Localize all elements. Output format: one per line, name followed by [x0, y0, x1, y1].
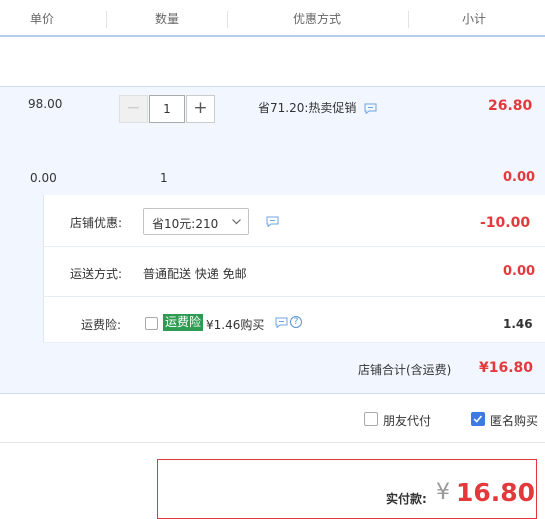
payment-amount: 16.80	[456, 478, 536, 507]
header-separator	[227, 11, 228, 28]
gift-subtotal: 0.00	[503, 170, 536, 185]
anonymous-purchase-checkbox[interactable]	[471, 412, 485, 426]
header-separator	[106, 11, 107, 28]
store-discount-select[interactable]: 省10元:210	[143, 208, 249, 235]
checkmark-icon	[473, 415, 483, 423]
gift-unit-price: 0.00	[30, 171, 57, 185]
payment-label: 实付款:	[386, 492, 427, 506]
gift-quantity: 1	[160, 171, 168, 185]
col-header-unit-price: 单价	[30, 12, 55, 26]
shipping-insurance-price-text: ¥1.46购买	[206, 318, 265, 332]
item-promo-text: 省71.20:热卖促销	[258, 101, 357, 115]
quantity-decrease-button[interactable]: −	[119, 95, 148, 123]
shipping-method-label: 运送方式:	[70, 267, 123, 281]
quantity-input[interactable]: 1	[149, 95, 185, 123]
header-separator	[408, 11, 409, 28]
anonymous-purchase-label[interactable]: 匿名购买	[490, 412, 538, 429]
row-divider	[43, 246, 545, 247]
store-discount-label: 店铺优惠:	[70, 216, 123, 230]
item-subtotal: 26.80	[488, 98, 533, 114]
row-divider	[43, 296, 545, 297]
store-total-value: ¥16.80	[479, 360, 534, 376]
shipping-insurance-label: 运费险:	[81, 318, 122, 332]
quantity-increase-button[interactable]: +	[186, 95, 215, 123]
section-divider	[0, 442, 545, 443]
item-unit-price: 98.00	[28, 97, 63, 111]
store-discount-amount: -10.00	[480, 215, 531, 231]
chat-icon[interactable]	[364, 103, 377, 114]
shipping-amount: 0.00	[503, 264, 536, 279]
shipping-insurance-tag: 运费险	[163, 314, 204, 331]
help-icon[interactable]: ?	[290, 316, 302, 328]
payment-currency: ¥	[436, 480, 450, 505]
store-total-label: 店铺合计(含运费)	[358, 363, 452, 377]
friend-pay-label[interactable]: 朋友代付	[383, 412, 431, 429]
shipping-method-text: 普通配送 快递 免邮	[143, 267, 247, 281]
shipping-insurance-checkbox[interactable]	[145, 317, 158, 330]
col-header-quantity: 数量	[155, 12, 180, 26]
chat-icon[interactable]	[275, 317, 288, 328]
chat-icon[interactable]	[266, 216, 279, 227]
table-header: 单价 数量 优惠方式 小计	[0, 0, 545, 37]
shipping-insurance-amount: 1.46	[503, 317, 533, 331]
row-divider	[43, 342, 545, 343]
col-header-discount: 优惠方式	[293, 12, 342, 26]
friend-pay-checkbox[interactable]	[364, 412, 378, 426]
chevron-down-icon	[232, 219, 241, 225]
col-header-subtotal: 小计	[462, 12, 487, 26]
store-discount-selected-value: 省10元:210	[152, 217, 219, 231]
